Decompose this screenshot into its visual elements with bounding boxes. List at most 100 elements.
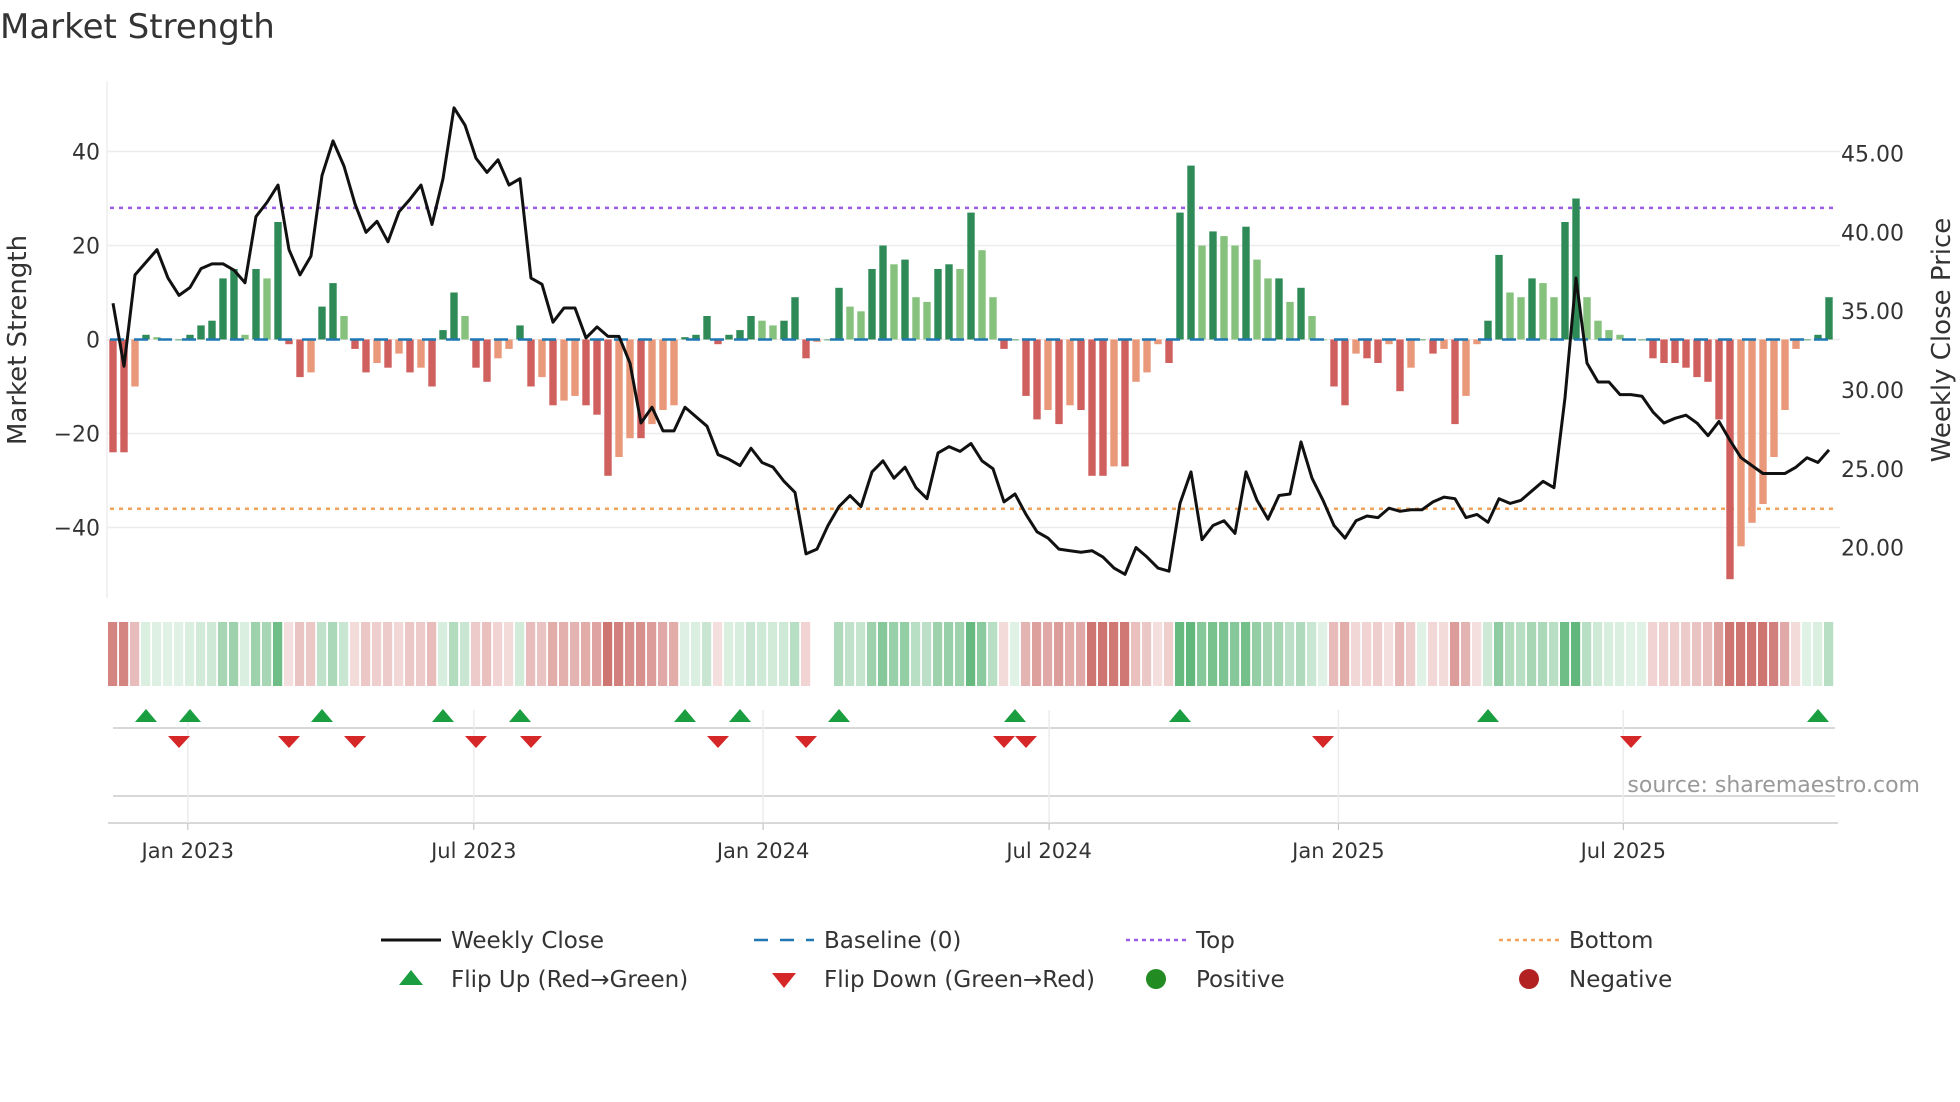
date-tick-label: Jul 2023 xyxy=(429,839,516,863)
strength-bar xyxy=(549,339,557,406)
strength-bar xyxy=(428,339,436,387)
right-tick-label: 45.00 xyxy=(1841,143,1904,168)
strength-bar xyxy=(615,339,623,457)
strength-bar xyxy=(131,339,139,387)
strength-strip-cell xyxy=(174,622,184,686)
right-tick-label: 40.00 xyxy=(1841,221,1904,246)
strength-strip-cell xyxy=(878,622,888,686)
left-tick-label: 40 xyxy=(72,141,100,166)
strength-strip-cell xyxy=(933,622,943,686)
strength-strip-cell xyxy=(735,622,745,686)
strength-strip-cell xyxy=(1032,622,1042,686)
strength-bar xyxy=(263,278,271,340)
strength-bar xyxy=(1176,212,1184,340)
strength-bar xyxy=(901,259,909,340)
strength-strip-cell xyxy=(1373,622,1383,686)
strength-bar xyxy=(923,301,931,340)
strength-strip-cell xyxy=(1230,622,1240,686)
strength-bar xyxy=(505,339,513,349)
strength-bar xyxy=(274,222,282,340)
strength-strip-cell xyxy=(548,622,558,686)
strength-bar xyxy=(1143,339,1151,373)
strength-bar xyxy=(384,339,392,368)
strength-strip-cell xyxy=(1131,622,1141,686)
strength-bar xyxy=(1737,339,1745,547)
strength-bar xyxy=(1242,226,1250,340)
strength-bar xyxy=(406,339,414,373)
chart-svg: Market Strength 40 20 0 −20 −40 45.00 40.00 35.0… xyxy=(0,7,1957,993)
strength-strip-cell xyxy=(834,622,844,686)
strength-strip-cell xyxy=(922,622,932,686)
strength-strip-cell xyxy=(1296,622,1306,686)
strength-strip-cell xyxy=(449,622,459,686)
left-tick-label: 20 xyxy=(72,235,100,260)
strength-strip-cell xyxy=(394,622,404,686)
strength-strip-cell xyxy=(1439,622,1449,686)
strength-strip-cell xyxy=(240,622,250,686)
strength-bar xyxy=(1132,339,1140,382)
strength-strip-cell xyxy=(658,622,668,686)
strength-bar xyxy=(1055,339,1063,425)
legend-label: Weekly Close xyxy=(451,928,604,954)
right-tick-label: 25.00 xyxy=(1841,458,1904,483)
strength-strip-cell xyxy=(251,622,261,686)
strength-strip-cell xyxy=(1549,622,1559,686)
legend-negative-icon xyxy=(1519,969,1539,989)
strength-strip-cell xyxy=(988,622,998,686)
strength-strip-cell xyxy=(515,622,525,686)
strength-strip-cell xyxy=(1428,622,1438,686)
right-tick-label: 20.00 xyxy=(1841,537,1904,562)
strength-strip-cell xyxy=(1505,622,1515,686)
strength-bar xyxy=(956,269,964,340)
strength-strip-cell xyxy=(1802,622,1812,686)
strength-bar xyxy=(1110,339,1118,467)
strength-bar xyxy=(1286,301,1294,340)
strength-bar xyxy=(1352,339,1360,354)
strength-strip-cell xyxy=(339,622,349,686)
strength-strip-cell xyxy=(1252,622,1262,686)
strength-strip-cell xyxy=(713,622,723,686)
strength-bar xyxy=(604,339,612,476)
strength-bar xyxy=(1099,339,1107,476)
strength-bar xyxy=(1330,339,1338,387)
strength-strip-cell xyxy=(768,622,778,686)
strength-strip-cell xyxy=(1604,622,1614,686)
strength-strip-cell xyxy=(504,622,514,686)
strength-strip-cell xyxy=(108,622,118,686)
legend-label: Flip Down (Green→Red) xyxy=(824,967,1095,993)
strength-strip-cell xyxy=(196,622,206,686)
strength-strip-cell xyxy=(273,622,283,686)
strength-strip-cell xyxy=(1791,622,1801,686)
strength-bar xyxy=(890,264,898,340)
strength-bar xyxy=(1770,339,1778,457)
strength-strip-cell xyxy=(1395,622,1405,686)
strength-strip-cell xyxy=(372,622,382,686)
strength-bar xyxy=(1198,245,1206,340)
strength-strip-cell xyxy=(1659,622,1669,686)
strength-strip-cell xyxy=(1175,622,1185,686)
strength-bar xyxy=(1363,339,1371,359)
strength-strip-cell xyxy=(1582,622,1592,686)
strength-strip-cell xyxy=(1164,622,1174,686)
strength-strip-cell xyxy=(306,622,316,686)
strength-strip-cell xyxy=(1197,622,1207,686)
flip-down-marker xyxy=(168,736,190,748)
strength-bar xyxy=(494,339,502,359)
strength-bar xyxy=(934,269,942,340)
strength-bar xyxy=(439,330,447,340)
strength-bar xyxy=(1638,339,1646,341)
flip-up-marker xyxy=(1169,709,1191,722)
strength-bar xyxy=(1561,222,1569,340)
strength-strip-cell xyxy=(801,622,811,686)
strength-strip-cell xyxy=(1153,622,1163,686)
strength-bar xyxy=(1539,283,1547,340)
strength-strip-cell xyxy=(405,622,415,686)
strength-bar xyxy=(1396,339,1404,392)
strength-bar xyxy=(725,334,733,340)
date-tick-label: Jan 2025 xyxy=(1290,839,1385,863)
strength-strip-cell xyxy=(229,622,239,686)
strength-strip-cell xyxy=(625,622,635,686)
left-tick-label: −40 xyxy=(54,517,100,542)
strength-strip-cell xyxy=(856,622,866,686)
strength-bar xyxy=(1605,330,1613,340)
